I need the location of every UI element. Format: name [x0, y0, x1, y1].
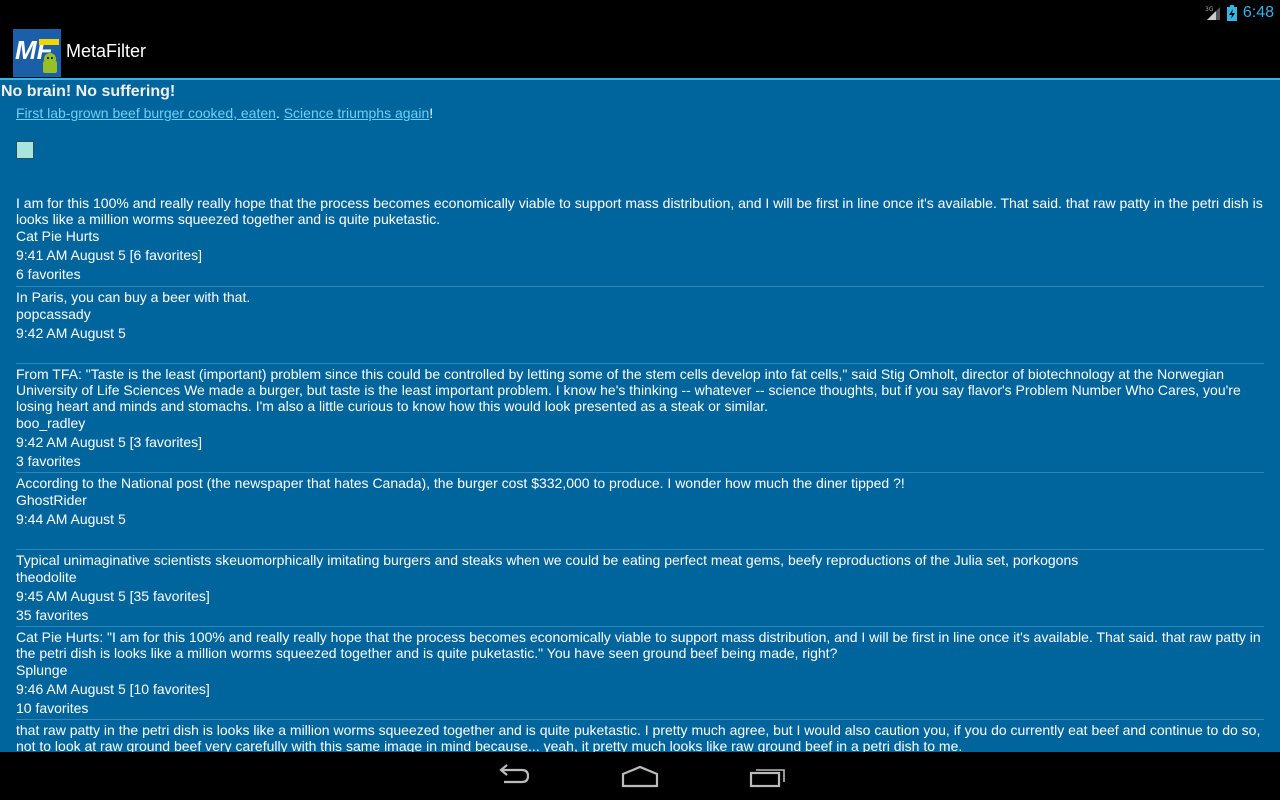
comment: Typical unimaginative scientists skeuomo…: [16, 549, 1264, 625]
post-separator: .: [275, 105, 284, 121]
comment: Cat Pie Hurts: "I am for this 100% and r…: [16, 626, 1264, 718]
battery-icon: [1226, 4, 1237, 21]
comment: According to the National post (the news…: [16, 472, 1264, 529]
comment-time[interactable]: 9:42 AM August 5 [3 favorites]: [16, 433, 1264, 452]
comment: From TFA: "Taste is the least (important…: [16, 363, 1264, 471]
comment-author[interactable]: boo_radley: [16, 414, 1264, 433]
back-button[interactable]: [488, 760, 536, 792]
comment-text: I am for this 100% and really really hop…: [16, 195, 1263, 227]
comment: that raw patty in the petri dish is look…: [16, 719, 1264, 752]
back-icon: [499, 764, 530, 784]
app-logo[interactable]: MF: [13, 29, 61, 77]
comment-time[interactable]: 9:44 AM August 5: [16, 510, 1264, 529]
post-link-1[interactable]: First lab-grown beef burger cooked, eate…: [16, 105, 276, 121]
post-link-2[interactable]: Science triumphs again: [284, 105, 430, 121]
comment-favorites[interactable]: 3 favorites: [16, 452, 1264, 471]
comment-time[interactable]: 9:41 AM August 5 [6 favorites]: [16, 246, 1264, 265]
comment-author[interactable]: theodolite: [16, 568, 1264, 587]
comment-author[interactable]: Splunge: [16, 661, 1264, 680]
comment: In Paris, you can buy a beer with that. …: [16, 286, 1264, 343]
status-icons: 3G 6:48: [1205, 0, 1274, 25]
comment-favorites[interactable]: 6 favorites: [16, 265, 1264, 284]
post-end: !: [429, 105, 434, 121]
status-bar: 3G 6:48: [0, 0, 1280, 25]
home-icon: [621, 765, 659, 788]
home-button[interactable]: [616, 760, 664, 792]
comment-time[interactable]: 9:42 AM August 5: [16, 324, 1264, 343]
comment-favorites[interactable]: 35 favorites: [16, 606, 1264, 625]
comment-author[interactable]: popcassady: [16, 305, 1264, 324]
recents-button[interactable]: [744, 760, 792, 792]
navigation-bar: [0, 752, 1280, 800]
svg-text:3G: 3G: [1205, 6, 1214, 13]
post-title: No brain! No suffering!: [1, 83, 176, 100]
comment-author[interactable]: GhostRider: [16, 491, 1264, 510]
comment-text: Typical unimaginative scientists skeuomo…: [16, 552, 1079, 568]
comment: I am for this 100% and really really hop…: [16, 193, 1264, 284]
signal-icon: 3G: [1205, 5, 1221, 21]
comment-text: According to the National post (the news…: [16, 475, 905, 491]
comment-favorites[interactable]: 10 favorites: [16, 699, 1264, 718]
comment-author[interactable]: Cat Pie Hurts: [16, 227, 1264, 246]
post-description: First lab-grown beef burger cooked, eate…: [16, 105, 433, 121]
thread-content[interactable]: No brain! No suffering! First lab-grown …: [0, 80, 1280, 752]
comment-text: In Paris, you can buy a beer with that.: [16, 289, 251, 305]
comment-text: Cat Pie Hurts: "I am for this 100% and r…: [16, 629, 1261, 661]
post-image-placeholder[interactable]: [16, 141, 34, 159]
recents-icon: [749, 769, 785, 788]
action-bar: MF MetaFilter: [0, 25, 1280, 80]
clock: 6:48: [1242, 3, 1274, 21]
app-title: MetaFilter: [66, 41, 147, 61]
comment-time[interactable]: 9:45 AM August 5 [35 favorites]: [16, 587, 1264, 606]
comment-text: From TFA: "Taste is the least (important…: [16, 366, 1241, 414]
comment-text: that raw patty in the petri dish is look…: [16, 722, 1261, 752]
comment-time[interactable]: 9:46 AM August 5 [10 favorites]: [16, 680, 1264, 699]
